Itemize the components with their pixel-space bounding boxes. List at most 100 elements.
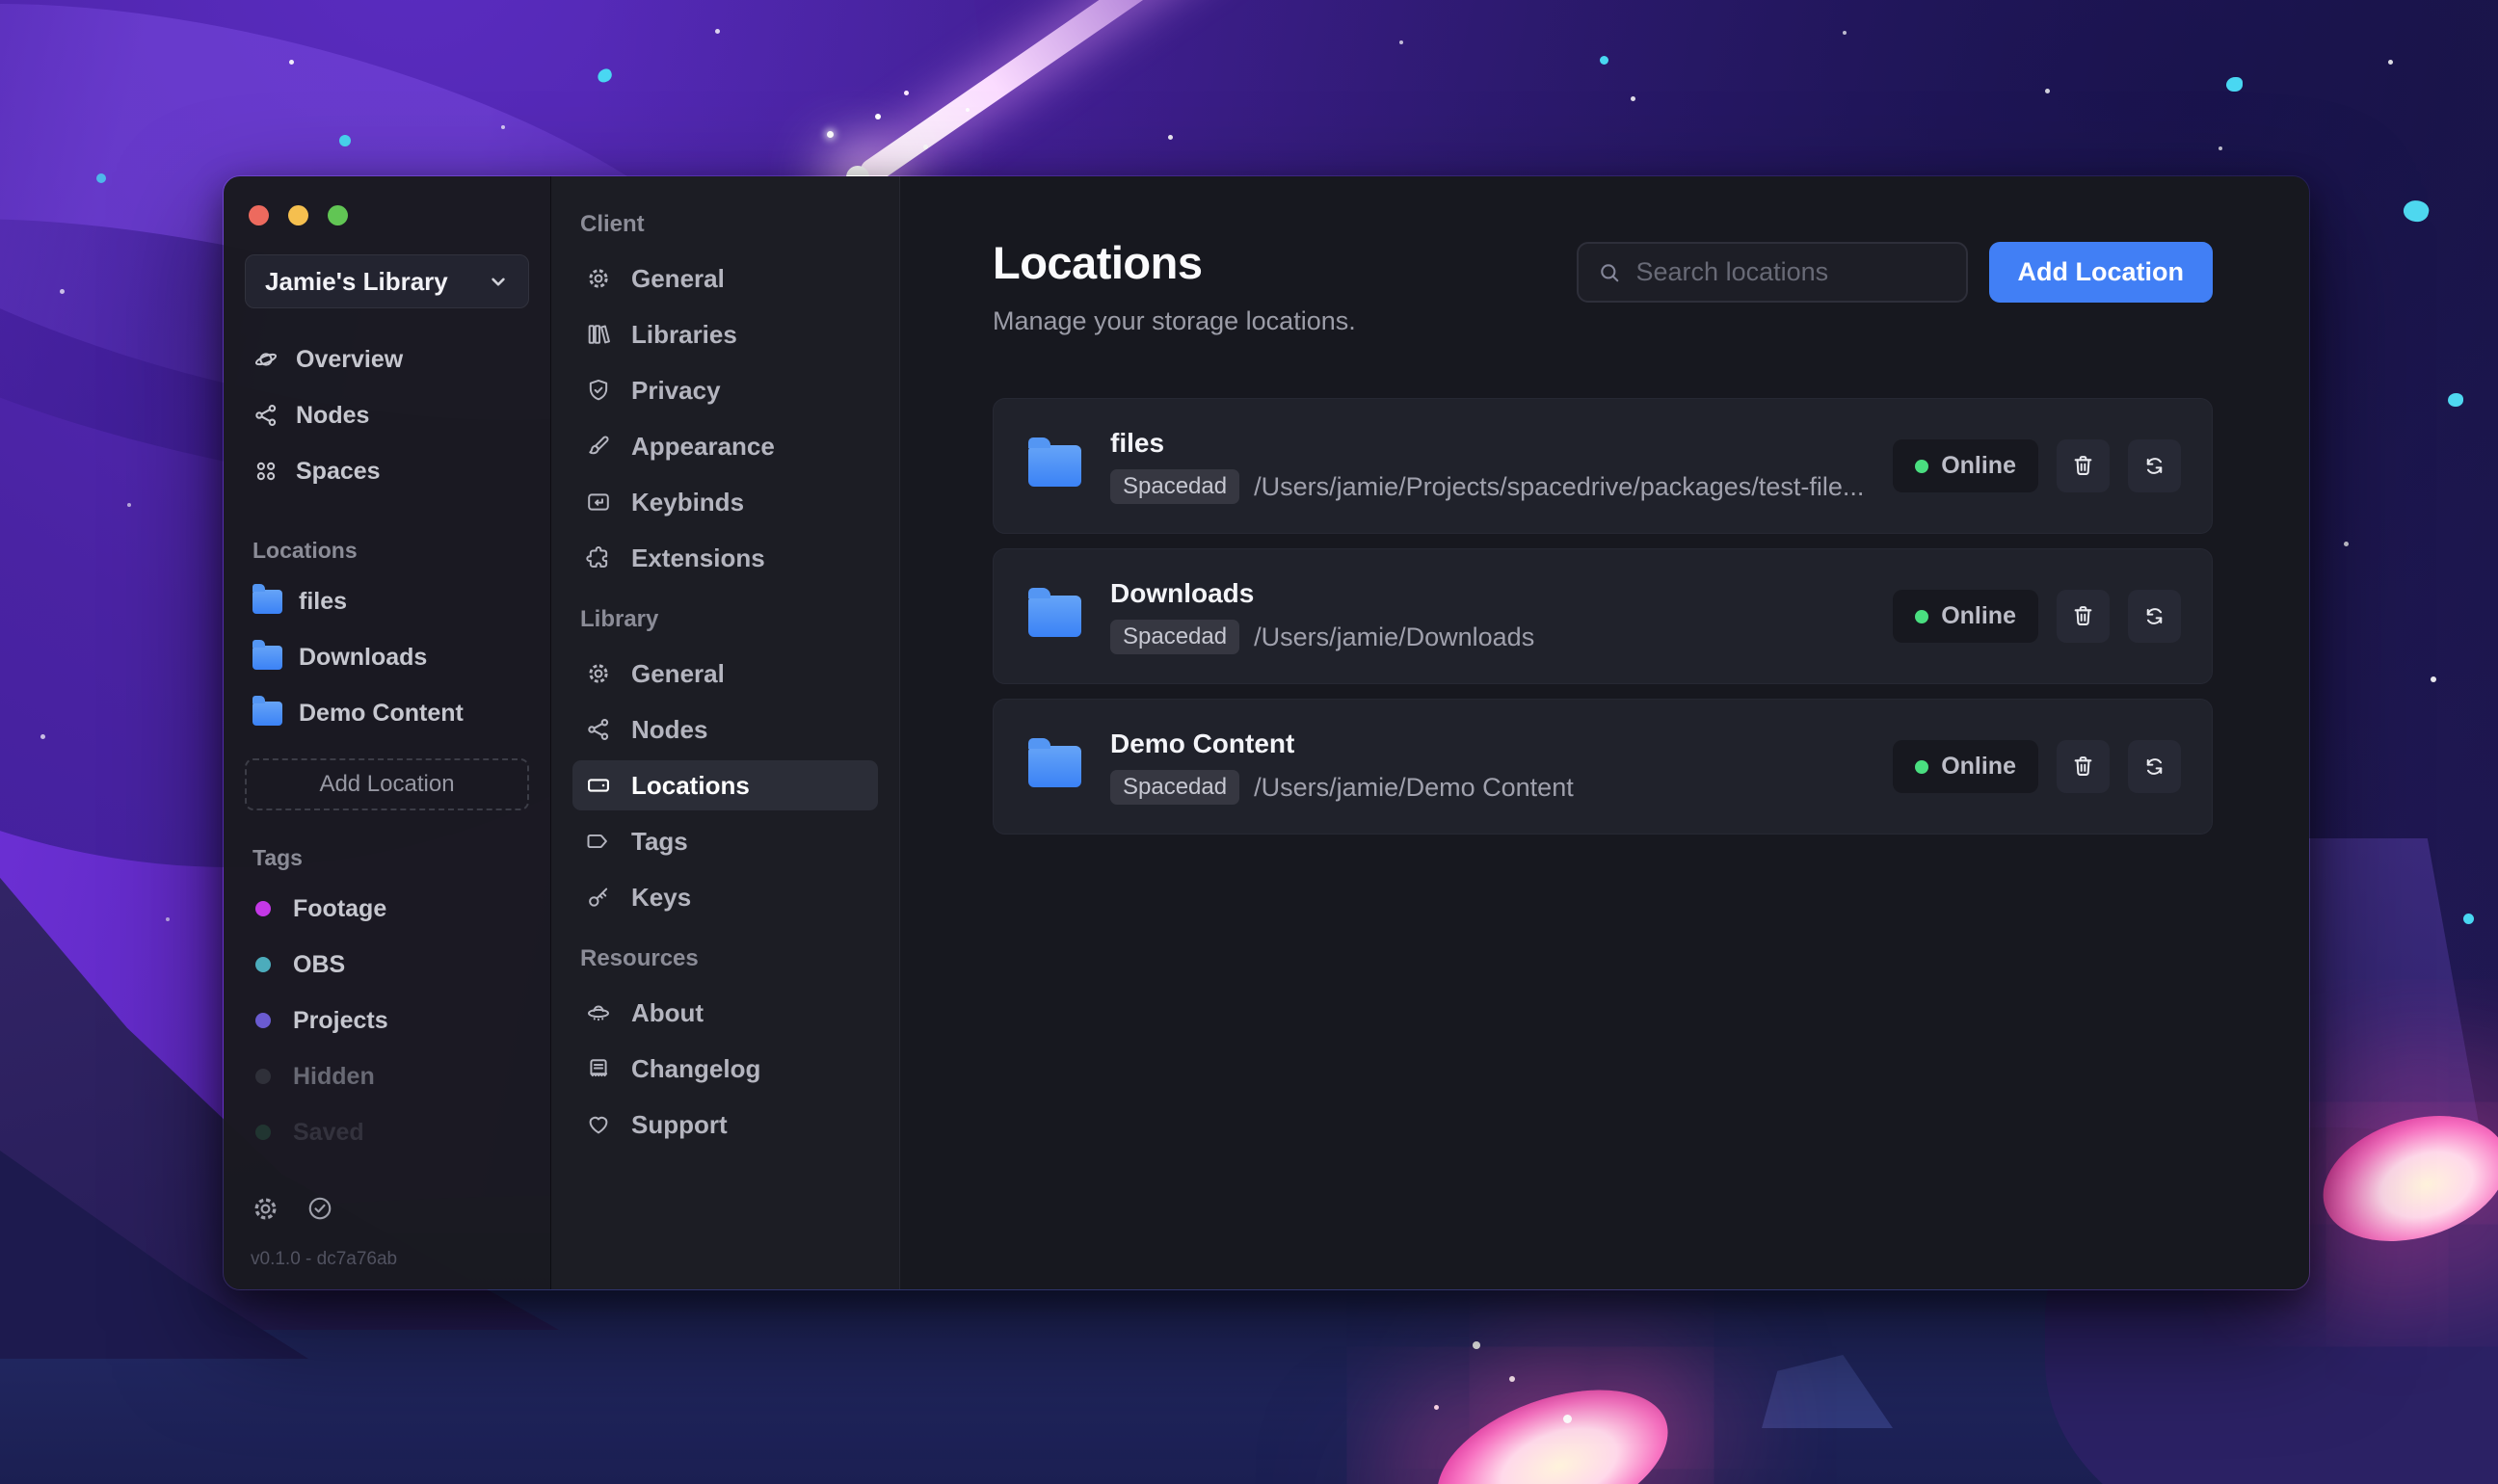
- tag-color-dot: [255, 901, 271, 916]
- settings-item-extensions[interactable]: Extensions: [572, 533, 878, 583]
- folder-icon: [252, 639, 282, 670]
- share-nodes-icon: [585, 716, 612, 743]
- sidebar-item-nodes[interactable]: Nodes: [245, 391, 529, 439]
- location-info: files Spacedad /Users/jamie/Projects/spa…: [1110, 428, 1864, 504]
- status-label: Online: [1941, 452, 2016, 479]
- sidebar-tag-saved[interactable]: Saved: [245, 1108, 529, 1156]
- star: [2431, 676, 2436, 682]
- settings-item-label: General: [631, 263, 725, 293]
- sidebar-tag-footage[interactable]: Footage: [245, 885, 529, 933]
- rescan-location-button[interactable]: [2128, 740, 2181, 793]
- settings-item-keys[interactable]: Keys: [572, 872, 878, 922]
- settings-item-privacy[interactable]: Privacy: [572, 365, 878, 415]
- settings-item-appearance[interactable]: Appearance: [572, 421, 878, 471]
- location-name: Demo Content: [1110, 729, 1295, 758]
- settings-item-library-general[interactable]: General: [572, 649, 878, 699]
- search-input[interactable]: [1635, 257, 1978, 287]
- star: [2219, 146, 2222, 150]
- location-path: /Users/jamie/Downloads: [1254, 622, 1535, 651]
- sidebar-item-label: Downloads: [299, 643, 428, 671]
- star: [2388, 60, 2393, 65]
- tag-color-dot: [255, 1125, 271, 1140]
- title-block: Locations Manage your storage locations.: [993, 236, 1356, 336]
- settings-item-label: Support: [631, 1109, 728, 1139]
- zoom-window-button[interactable]: [328, 205, 348, 225]
- settings-section-resources: Resources: [580, 945, 699, 971]
- search-icon: [1596, 259, 1623, 286]
- node-badge: Spacedad: [1110, 469, 1240, 504]
- sidebar-item-label: Spaces: [296, 457, 381, 485]
- settings-item-tags[interactable]: Tags: [572, 816, 878, 866]
- settings-item-changelog[interactable]: Changelog: [572, 1044, 878, 1094]
- sidebar: Jamie's Library Overview Nodes Spaces Lo…: [224, 176, 551, 1289]
- settings-item-keybinds[interactable]: Keybinds: [572, 477, 878, 527]
- search-box[interactable]: [1576, 242, 1978, 303]
- sidebar-item-spaces[interactable]: Spaces: [245, 447, 529, 495]
- settings-item-client-general[interactable]: General: [572, 253, 878, 304]
- sidebar-add-location-button[interactable]: Add Location: [245, 758, 529, 810]
- location-card-demo-content[interactable]: Demo Content Spacedad /Users/jamie/Demo …: [993, 699, 2213, 835]
- delete-location-button[interactable]: [2057, 590, 2110, 643]
- sidebar-section-tags: Tags: [252, 845, 303, 870]
- paintbrush-icon: [585, 433, 612, 460]
- header-actions: Add Location: [1576, 242, 2213, 303]
- page-title: Locations: [993, 237, 1203, 288]
- minimize-window-button[interactable]: [288, 205, 308, 225]
- sidebar-location-files[interactable]: files: [245, 577, 529, 625]
- check-circle-icon[interactable]: [306, 1194, 334, 1224]
- gear-icon[interactable]: [251, 1194, 280, 1224]
- location-path: /Users/jamie/Projects/spacedrive/package…: [1254, 471, 1865, 501]
- node-badge: Spacedad: [1110, 620, 1240, 654]
- location-list: files Spacedad /Users/jamie/Projects/spa…: [993, 398, 2213, 835]
- rescan-location-button[interactable]: [2128, 590, 2181, 643]
- star: [2344, 542, 2349, 546]
- online-dot: [1915, 609, 1929, 623]
- settings-item-label: Libraries: [631, 319, 737, 349]
- spark: [1563, 1415, 1572, 1423]
- tag-label: OBS: [293, 950, 346, 978]
- tag-icon: [585, 828, 612, 855]
- settings-section-client: Client: [580, 211, 645, 237]
- screen: Jamie's Library Overview Nodes Spaces Lo…: [0, 0, 2498, 1484]
- heart-icon: [585, 1111, 612, 1138]
- drive-card-icon: [585, 772, 612, 799]
- close-window-button[interactable]: [249, 205, 269, 225]
- settings-item-label: Nodes: [631, 714, 708, 744]
- tag-label: Saved: [293, 1118, 364, 1146]
- sidebar-location-demo-content[interactable]: Demo Content: [245, 689, 529, 737]
- library-switcher[interactable]: Jamie's Library: [245, 254, 529, 308]
- node-badge: Spacedad: [1110, 770, 1240, 805]
- sidebar-location-downloads[interactable]: Downloads: [245, 633, 529, 681]
- settings-item-support[interactable]: Support: [572, 1100, 878, 1150]
- settings-item-library-nodes[interactable]: Nodes: [572, 704, 878, 755]
- sidebar-item-label: files: [299, 587, 348, 615]
- sidebar-item-label: Nodes: [296, 401, 370, 429]
- location-card-downloads[interactable]: Downloads Spacedad /Users/jamie/Download…: [993, 548, 2213, 684]
- changelog-icon: [585, 1055, 612, 1082]
- star: [289, 60, 294, 65]
- settings-item-label: Privacy: [631, 375, 721, 405]
- settings-item-locations[interactable]: Locations: [572, 760, 878, 810]
- location-info: Demo Content Spacedad /Users/jamie/Demo …: [1110, 729, 1574, 805]
- sidebar-tag-obs[interactable]: OBS: [245, 941, 529, 989]
- tag-label: Hidden: [293, 1062, 375, 1090]
- sidebar-tag-hidden[interactable]: Hidden: [245, 1052, 529, 1100]
- delete-location-button[interactable]: [2057, 740, 2110, 793]
- sidebar-item-overview[interactable]: Overview: [245, 335, 529, 384]
- settings-item-libraries[interactable]: Libraries: [572, 309, 878, 359]
- folder-icon: [1028, 437, 1081, 487]
- location-card-files[interactable]: files Spacedad /Users/jamie/Projects/spa…: [993, 398, 2213, 534]
- settings-item-about[interactable]: About: [572, 988, 878, 1038]
- folder-icon: [1028, 738, 1081, 787]
- add-location-button[interactable]: Add Location: [1988, 242, 2213, 303]
- spacedrive-window: Jamie's Library Overview Nodes Spaces Lo…: [223, 175, 2310, 1290]
- sidebar-nav: Overview Nodes Spaces: [245, 335, 529, 503]
- settings-item-label: Tags: [631, 826, 688, 856]
- rescan-location-button[interactable]: [2128, 439, 2181, 492]
- tag-color-dot: [255, 1013, 271, 1028]
- tag-label: Projects: [293, 1006, 388, 1034]
- sidebar-tag-projects[interactable]: Projects: [245, 996, 529, 1045]
- spark: [1509, 1376, 1515, 1382]
- delete-location-button[interactable]: [2057, 439, 2110, 492]
- return-key-icon: [585, 489, 612, 516]
